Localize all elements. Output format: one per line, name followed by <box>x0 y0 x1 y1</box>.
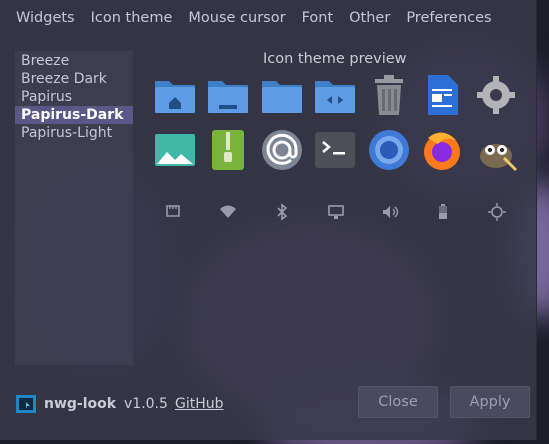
brightness-icon <box>488 203 506 221</box>
tab-other[interactable]: Other <box>341 0 398 36</box>
theme-item-breeze-dark[interactable]: Breeze Dark <box>15 70 133 88</box>
tab-preferences[interactable]: Preferences <box>398 0 499 36</box>
battery-icon <box>439 204 447 219</box>
settings-gear-icon <box>477 76 515 114</box>
folder-network-icon <box>315 81 355 113</box>
github-link[interactable]: GitHub <box>175 396 224 412</box>
nwg-look-window: Widgets Icon theme Mouse cursor Font Oth… <box>0 0 537 440</box>
tab-widgets[interactable]: Widgets <box>0 0 83 36</box>
archive-zip-icon <box>212 130 244 170</box>
chromium-browser-icon <box>369 130 409 170</box>
volume-icon <box>383 206 399 218</box>
theme-item-papirus-dark[interactable]: Papirus-Dark <box>15 106 133 124</box>
tab-mouse-cursor[interactable]: Mouse cursor <box>180 0 293 36</box>
theme-item-breeze[interactable]: Breeze <box>15 52 133 70</box>
preview-title: Icon theme preview <box>263 51 407 67</box>
email-at-icon <box>262 130 302 170</box>
folder-desktop-icon <box>208 81 248 113</box>
wifi-icon <box>220 205 236 218</box>
tab-icon-theme[interactable]: Icon theme <box>83 0 181 36</box>
display-icon <box>328 205 344 219</box>
document-icon <box>428 75 458 115</box>
nwg-look-logo-icon <box>16 395 36 413</box>
image-viewer-icon <box>155 134 195 166</box>
firefox-icon <box>424 132 460 170</box>
terminal-icon <box>315 132 355 168</box>
app-name: nwg-look <box>44 396 117 412</box>
theme-item-papirus[interactable]: Papirus <box>15 88 133 106</box>
folder-home-icon <box>155 81 195 113</box>
theme-item-papirus-light[interactable]: Papirus-Light <box>15 124 133 142</box>
close-button[interactable]: Close <box>358 386 438 418</box>
app-version: v1.0.5 <box>124 396 168 412</box>
folder-icon <box>262 81 302 113</box>
bluetooth-icon <box>277 203 288 221</box>
network-wired-icon <box>166 205 180 217</box>
icon-theme-list[interactable]: Breeze Breeze Dark Papirus Papirus-Dark … <box>15 51 133 365</box>
gimp-icon <box>480 144 518 172</box>
trash-icon <box>375 75 403 115</box>
tab-bar: Widgets Icon theme Mouse cursor Font Oth… <box>0 0 500 36</box>
apply-button[interactable]: Apply <box>450 386 530 418</box>
tab-font[interactable]: Font <box>294 0 342 36</box>
